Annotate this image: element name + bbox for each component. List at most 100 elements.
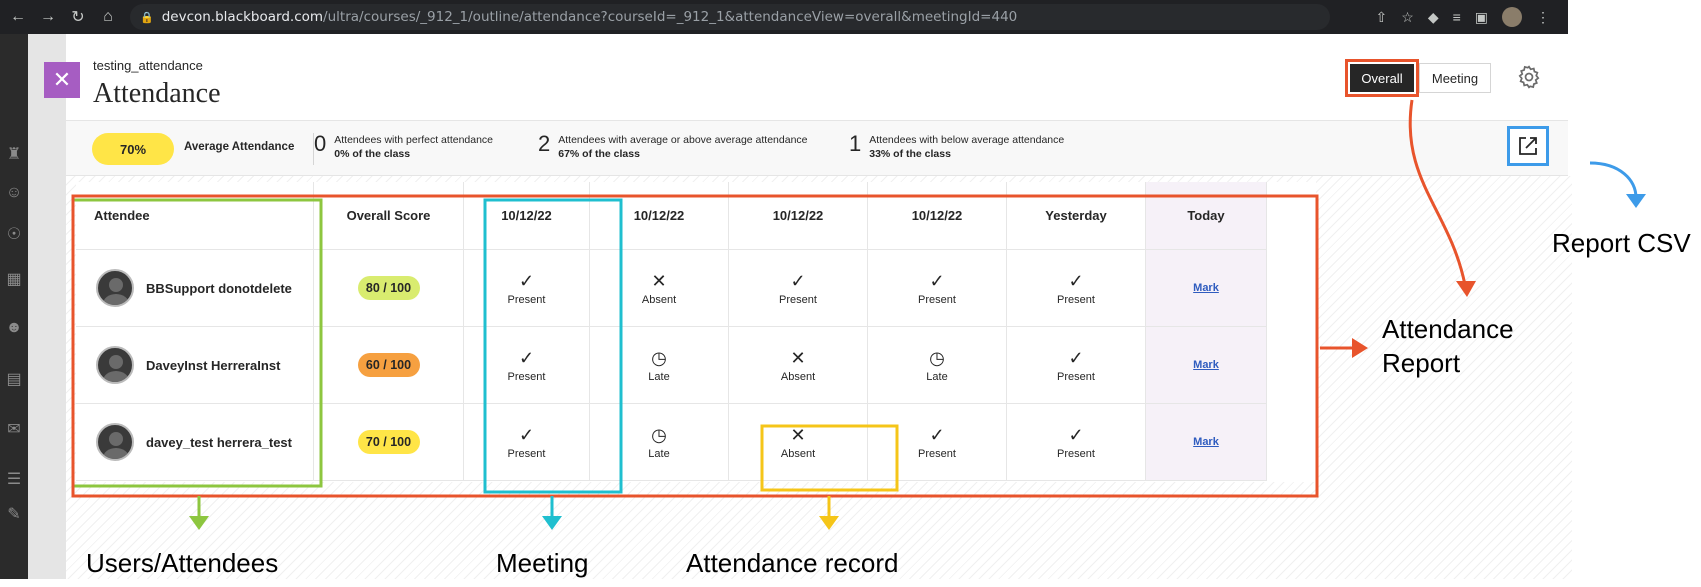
attendee-name: davey_test herrera_test — [146, 434, 292, 450]
close-panel-button[interactable]: ✕ — [44, 62, 80, 98]
column-header[interactable]: 10/12/22 — [868, 182, 1007, 250]
attendance-stats-bar: 70% Average Attendance 0 Attendees with … — [66, 120, 1568, 176]
attendance-record-cell[interactable]: ◷ Late — [590, 327, 729, 404]
attendance-record-cell[interactable]: ✓ Present — [868, 404, 1007, 481]
meeting-toggle-button[interactable]: Meeting — [1419, 63, 1491, 93]
attendance-record-cell[interactable]: ✓ Present — [464, 250, 590, 327]
profile-avatar[interactable] — [1502, 7, 1522, 27]
checkmark-icon: ✓ — [1068, 347, 1084, 368]
address-bar[interactable]: 🔒 devcon.blackboard.com/ultra/courses/_9… — [130, 4, 1330, 30]
overall-score-cell: 70 / 100 — [314, 404, 464, 481]
attendance-panel: ✕ testing_attendance Attendance Overall … — [44, 34, 1572, 579]
attendance-record-cell[interactable]: ◷ Late — [590, 404, 729, 481]
overall-score-cell: 80 / 100 — [314, 250, 464, 327]
column-header[interactable]: 10/12/22 — [464, 182, 590, 250]
menu-kebab-icon[interactable]: ⋮ — [1536, 9, 1550, 26]
close-icon: ✕ — [52, 67, 72, 92]
attendee-name: DaveyInst HerreraInst — [146, 357, 281, 373]
column-header-label: Overall Score — [346, 208, 431, 223]
attendance-record-cell[interactable]: ✕ Absent — [590, 250, 729, 327]
attendance-report-label-line1: Attendance — [1382, 314, 1514, 344]
attendance-record-cell[interactable]: ◷ Late — [868, 327, 1007, 404]
attendance-record-cell[interactable]: ✓ Present — [464, 404, 590, 481]
extensions-icon[interactable]: ◆ — [1428, 9, 1439, 26]
attendance-record-cell[interactable]: ✓ Present — [1007, 327, 1146, 404]
messages-icon: ✉ — [7, 421, 21, 438]
attendance-record-cell[interactable]: ✓ Present — [464, 327, 590, 404]
attendance-record-cell[interactable]: ✕ Absent — [729, 404, 868, 481]
x-mark-icon: ✕ — [790, 424, 806, 445]
stat-perfect-count: 0 — [314, 131, 327, 156]
overall-score-cell: 60 / 100 — [314, 327, 464, 404]
attendance-status-label: Absent — [780, 447, 816, 460]
tools-icon: ✎ — [7, 506, 21, 523]
stat-below-label: Attendees with below average attendance — [869, 134, 1065, 146]
side-panel-icon[interactable]: ▣ — [1475, 9, 1488, 26]
browser-actions: ⇧ ☆ ◆ ≡ ▣ ⋮ — [1376, 7, 1568, 27]
export-report-button[interactable] — [1507, 126, 1549, 166]
overall-toggle-button[interactable]: Overall — [1350, 64, 1414, 92]
stat-above-pct: 67% of the class — [558, 148, 640, 160]
page-title: Attendance — [93, 78, 221, 109]
attendance-report-label-line2: Report — [1382, 348, 1461, 378]
mark-attendance-link[interactable]: Mark — [1193, 359, 1219, 371]
mark-attendance-link[interactable]: Mark — [1193, 282, 1219, 294]
column-header[interactable]: Today — [1146, 182, 1267, 250]
stat-below-pct: 33% of the class — [869, 148, 951, 160]
column-header-label: 10/12/22 — [911, 208, 963, 223]
external-link-icon — [1519, 137, 1537, 155]
column-header-label: 10/12/22 — [772, 208, 824, 223]
attendance-status-label: Present — [507, 447, 546, 460]
attendance-record-cell[interactable]: ✓ Present — [729, 250, 868, 327]
attendance-status-label: Present — [507, 370, 546, 383]
attendance-status-label: Present — [918, 447, 956, 460]
profile-icon: ☺ — [5, 184, 23, 201]
reload-icon[interactable]: ↻ — [66, 5, 90, 29]
globe-icon: ☉ — [6, 226, 22, 243]
clock-icon: ◷ — [651, 424, 667, 445]
attendance-status-label: Present — [918, 293, 956, 306]
attendance-record-cell[interactable]: ✓ Present — [1007, 250, 1146, 327]
forward-icon[interactable]: → — [36, 5, 60, 29]
attendance-status-label: Late — [648, 370, 670, 383]
back-icon[interactable]: ← — [6, 5, 30, 29]
score-badge: 70 / 100 — [357, 430, 420, 454]
reading-list-icon[interactable]: ≡ — [1453, 9, 1461, 25]
stat-above-average: 2 Attendees with average or above averag… — [538, 131, 808, 161]
column-header[interactable]: Yesterday — [1007, 182, 1146, 250]
stat-perfect-label: Attendees with perfect attendance — [334, 134, 494, 146]
stat-above-count: 2 — [538, 131, 551, 156]
stat-perfect: 0 Attendees with perfect attendance 0% o… — [314, 131, 493, 161]
attendance-record-cell[interactable]: ✕ Absent — [729, 327, 868, 404]
attendee-cell: BBSupport donotdelete — [76, 250, 314, 327]
attendance-status-label: Absent — [780, 370, 816, 383]
gear-icon[interactable] — [1516, 64, 1542, 90]
column-header-label: 10/12/22 — [501, 208, 552, 223]
bookmark-star-icon[interactable]: ☆ — [1401, 9, 1414, 26]
attendance-record-cell[interactable]: ✓ Present — [1007, 404, 1146, 481]
overall-toggle-highlight: Overall — [1345, 59, 1419, 97]
attendance-record-cell[interactable]: ✓ Present — [868, 250, 1007, 327]
column-header-label: Attendee — [94, 208, 150, 223]
course-name: testing_attendance — [93, 58, 203, 73]
share-icon[interactable]: ⇧ — [1376, 9, 1388, 26]
attendance-table: Attendee Overall Score 10/12/22 10/12/22 10/… — [76, 182, 1316, 482]
csv-arrow-head — [1626, 194, 1646, 208]
courses-icon: ▦ — [6, 271, 22, 288]
avatar — [96, 423, 134, 461]
attendee-cell: davey_test herrera_test — [76, 404, 314, 481]
home-icon[interactable]: ⌂ — [96, 5, 120, 29]
today-cell: Mark — [1146, 327, 1267, 404]
mark-attendance-link[interactable]: Mark — [1193, 436, 1219, 448]
column-header[interactable]: 10/12/22 — [590, 182, 729, 250]
checkmark-icon: ✓ — [518, 424, 535, 445]
background-app-content — [28, 34, 66, 579]
x-mark-icon: ✕ — [790, 347, 806, 368]
column-header[interactable]: 10/12/22 — [729, 182, 868, 250]
checkmark-icon: ✓ — [929, 270, 945, 291]
attendance-status-label: Present — [1057, 447, 1095, 460]
attendance-status-label: Present — [1057, 293, 1095, 306]
attendance-status-label: Present — [507, 293, 546, 306]
today-cell: Mark — [1146, 250, 1267, 327]
clock-icon: ◷ — [651, 347, 667, 368]
